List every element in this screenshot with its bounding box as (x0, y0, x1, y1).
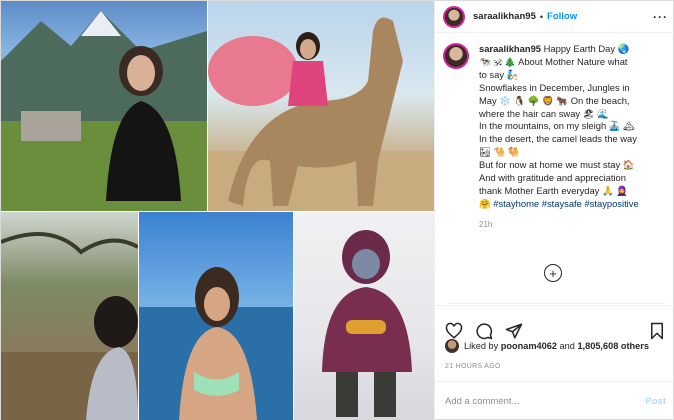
photo-beach (139, 212, 293, 420)
caption-username[interactable]: saraalikhan95 (479, 43, 541, 54)
follow-button[interactable]: Follow (547, 11, 577, 22)
photo-forest-safari (1, 212, 138, 420)
heart-icon[interactable] (445, 322, 463, 340)
liker-username[interactable]: poonam4062 (501, 341, 557, 351)
avatar[interactable] (443, 5, 465, 28)
likes-summary: Liked by poonam4062 and 1,805,608 others (445, 339, 649, 353)
caption-avatar[interactable] (443, 43, 469, 69)
load-more-comments-button[interactable]: + (544, 264, 562, 282)
post-header: saraalikhan95 • Follow ··· (435, 1, 674, 33)
post-comment-button[interactable]: Post (645, 396, 666, 407)
liker-avatar[interactable] (445, 339, 459, 353)
likes-connector: and (559, 341, 575, 351)
post-side-panel: saraalikhan95 • Follow ··· saraalikhan95… (434, 1, 674, 420)
header-username[interactable]: saraalikhan95 (473, 11, 536, 22)
caption-hashtags[interactable]: 🤗 #stayhome #staysafe #staypositive (479, 198, 639, 209)
comment-bar: Post (435, 381, 674, 420)
comment-input[interactable] (445, 396, 625, 407)
caption: saraalikhan95 Happy Earth Day 🌏 🐄 🕉 🎄 Ab… (443, 43, 671, 232)
caption-body: saraalikhan95 Happy Earth Day 🌏 🐄 🕉 🎄 Ab… (479, 43, 639, 232)
share-icon[interactable] (505, 322, 523, 340)
comment-icon[interactable] (475, 322, 493, 340)
likes-count[interactable]: 1,805,608 others (577, 341, 649, 351)
likes-prefix: Liked by (464, 341, 499, 351)
post-image-collage[interactable] (1, 1, 434, 420)
more-options-icon[interactable]: ··· (653, 10, 668, 24)
instagram-post-modal: saraalikhan95 • Follow ··· saraalikhan95… (0, 0, 674, 420)
post-timestamp[interactable]: 21 HOURS AGO (445, 363, 501, 370)
bookmark-icon[interactable] (648, 322, 666, 340)
photo-mountains-portrait (1, 1, 207, 211)
photo-snow (294, 212, 434, 420)
caption-text: Happy Earth Day 🌏 🐄 🕉 🎄 About Mother Nat… (479, 43, 637, 196)
photo-camel-ride (208, 1, 434, 211)
separator-dot: • (539, 11, 544, 22)
caption-time: 21h (479, 219, 493, 229)
